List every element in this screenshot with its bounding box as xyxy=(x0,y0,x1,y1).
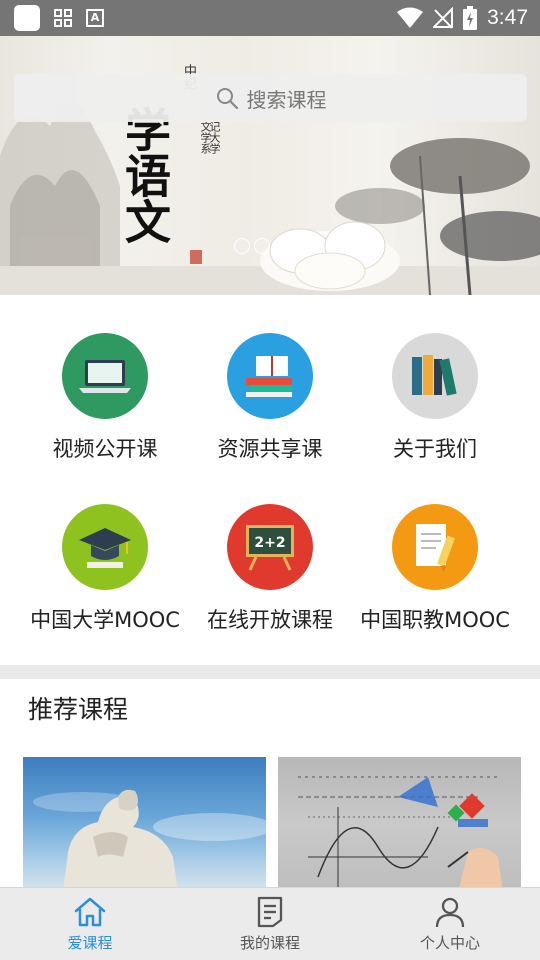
person-icon xyxy=(435,897,465,928)
bottom-tab-bar: 爱课程 我的课程 个人中心 xyxy=(0,887,540,960)
status-right-icons: 3:47 xyxy=(397,4,528,32)
tab-label: 个人中心 xyxy=(419,934,480,952)
category-grid: 视频公开课 资源共享课 关于我们 中国大学MOOC 2+2 在线开放课程 中国职… xyxy=(0,295,540,665)
category-china-university-mooc[interactable]: 中国大学MOOC xyxy=(15,504,195,634)
carousel-dot[interactable] xyxy=(294,238,310,254)
category-online-open-course[interactable]: 2+2 在线开放课程 xyxy=(180,504,360,634)
home-icon xyxy=(74,897,106,927)
category-label: 中国大学MOOC xyxy=(30,608,180,632)
signal-off-icon xyxy=(433,7,454,29)
search-bar[interactable]: 搜索课程 xyxy=(14,74,527,122)
category-label: 视频公开课 xyxy=(52,437,158,461)
banner-calligraphy: 学语文 xyxy=(118,106,172,244)
category-label: 在线开放课程 xyxy=(207,608,333,632)
svg-text:2+2: 2+2 xyxy=(254,535,285,551)
tab-label: 爱课程 xyxy=(67,934,113,952)
category-label: 中国职教MOOC xyxy=(360,608,510,632)
search-icon xyxy=(216,88,238,110)
status-time: 3:47 xyxy=(487,6,528,29)
text-notification-icon: A xyxy=(86,9,104,27)
tab-home[interactable]: 爱课程 xyxy=(0,888,180,960)
carousel-dot[interactable] xyxy=(234,238,250,254)
category-resource-sharing-course[interactable]: 资源共享课 xyxy=(180,333,360,463)
bookshelf-icon xyxy=(392,333,478,419)
wifi-icon xyxy=(397,7,424,28)
grid-notification-icon xyxy=(54,9,72,27)
statue-thinker-image xyxy=(33,789,266,892)
tab-label: 我的课程 xyxy=(239,934,300,952)
carousel-dot-active[interactable] xyxy=(274,238,290,254)
app-notification-icon xyxy=(14,5,40,31)
recommended-course-card-2[interactable] xyxy=(278,757,521,892)
category-label: 关于我们 xyxy=(393,437,477,461)
category-china-vocational-mooc[interactable]: 中国职教MOOC xyxy=(345,504,525,634)
document-icon xyxy=(257,896,283,928)
carousel-dot[interactable] xyxy=(254,238,270,254)
math-formulas-image xyxy=(298,776,503,892)
status-bar: A 3:47 xyxy=(0,0,540,36)
battery-charging-icon xyxy=(463,6,478,30)
status-left-icons: A xyxy=(14,5,104,31)
notes-pencil-icon xyxy=(392,504,478,590)
banner-caption-3: 记大学 xyxy=(208,121,221,154)
search-placeholder: 搜索课程 xyxy=(246,87,327,112)
laptop-icon xyxy=(62,333,148,419)
category-video-open-course[interactable]: 视频公开课 xyxy=(15,333,195,463)
recommended-section-title: 推荐课程 xyxy=(28,695,129,724)
carousel-indicator xyxy=(234,238,310,254)
books-stack-icon xyxy=(227,333,313,419)
chalkboard-icon: 2+2 xyxy=(227,504,313,590)
category-about-us[interactable]: 关于我们 xyxy=(345,333,525,463)
tab-my-courses[interactable]: 我的课程 xyxy=(180,888,360,960)
section-divider xyxy=(0,665,540,679)
recommended-course-card-1[interactable] xyxy=(23,757,266,892)
category-label: 资源共享课 xyxy=(217,437,323,461)
graduation-cap-icon xyxy=(62,504,148,590)
tab-personal-center[interactable]: 个人中心 xyxy=(360,888,540,960)
